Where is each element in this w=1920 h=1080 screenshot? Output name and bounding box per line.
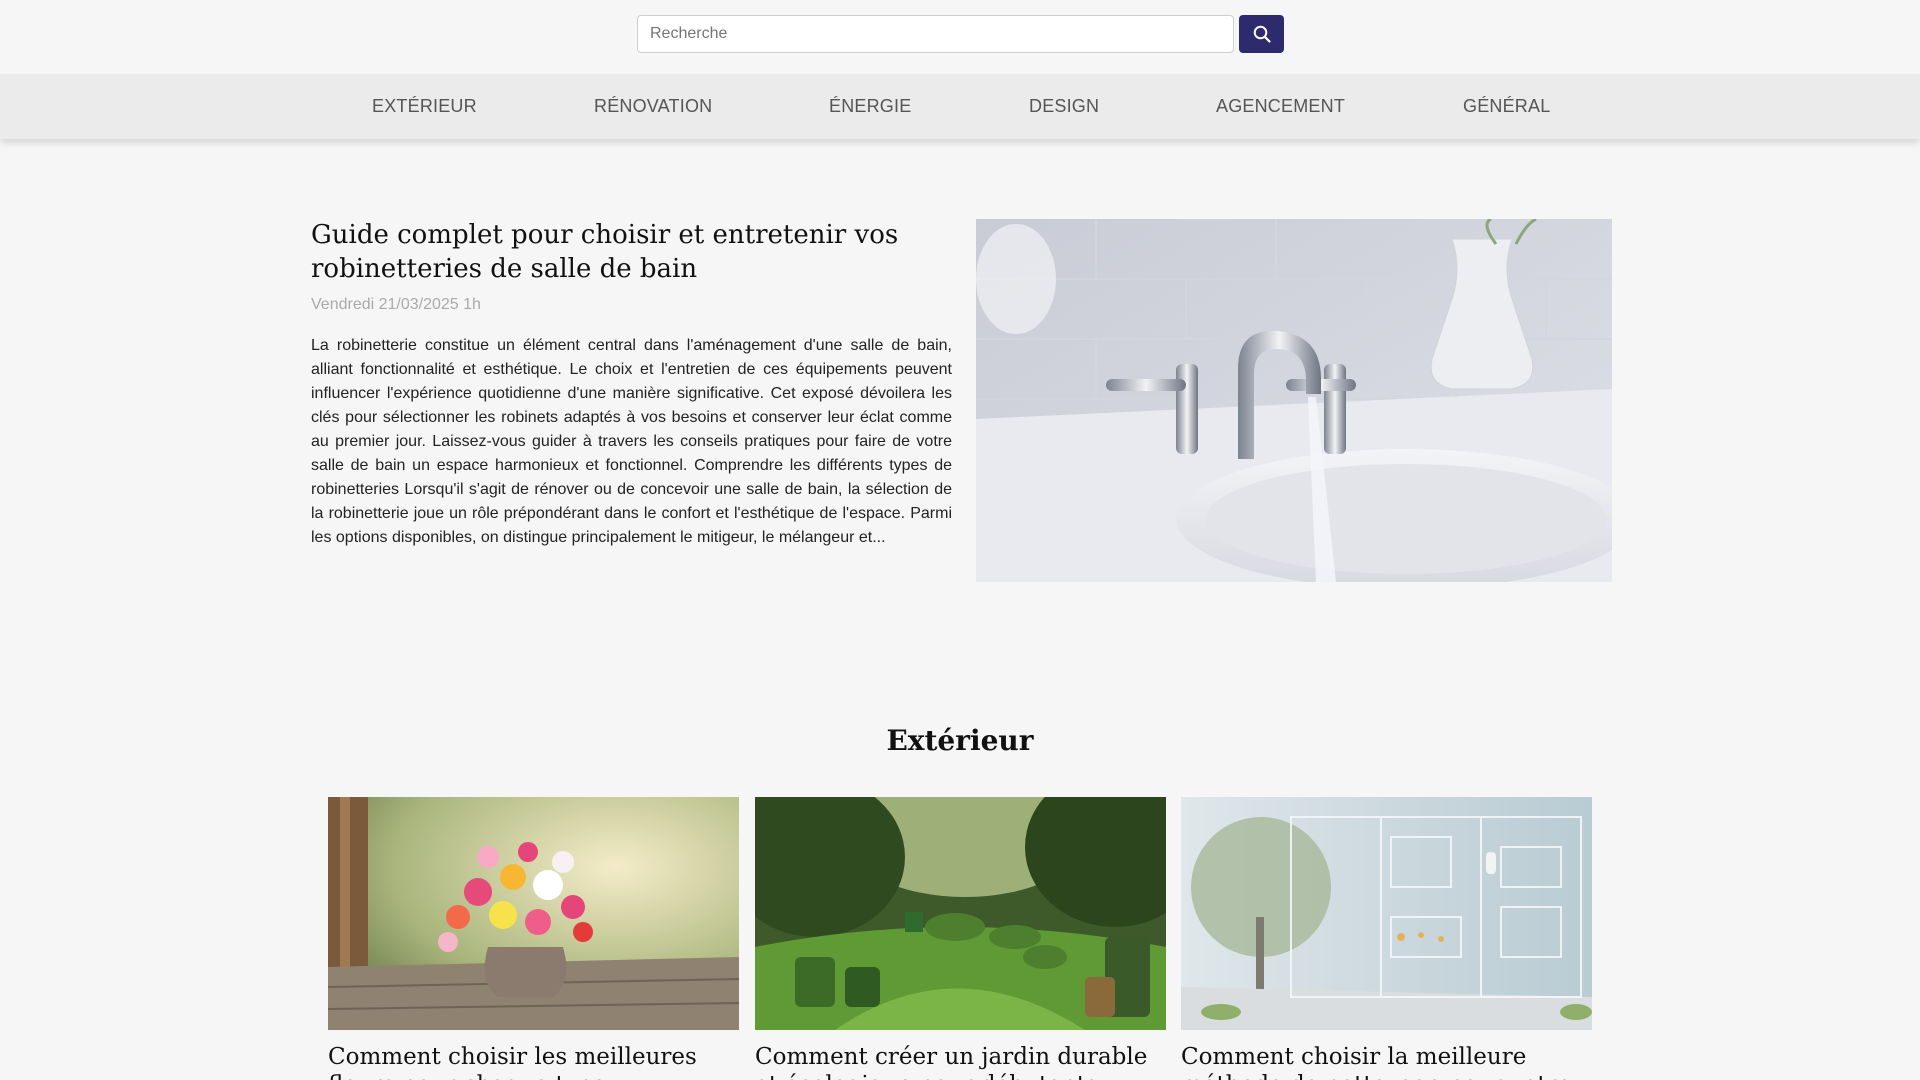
featured-article-title[interactable]: Guide complet pour choisir et entretenir… bbox=[311, 218, 951, 286]
nav-item-general[interactable]: GÉNÉRAL bbox=[1463, 74, 1550, 139]
nav-item-exterieur[interactable]: EXTÉRIEUR bbox=[372, 74, 477, 139]
search-icon bbox=[1253, 25, 1271, 43]
nav-item-renovation[interactable]: RÉNOVATION bbox=[594, 74, 712, 139]
article-card[interactable]: Comment choisir la meilleure méthode de … bbox=[1181, 797, 1592, 1080]
article-card[interactable]: Comment créer un jardin durable et écolo… bbox=[755, 797, 1166, 1080]
nav-item-energie[interactable]: ÉNERGIE bbox=[829, 74, 911, 139]
search-input[interactable] bbox=[637, 15, 1234, 53]
card-title[interactable]: Comment créer un jardin durable et écolo… bbox=[755, 1043, 1166, 1080]
featured-article-excerpt: La robinetterie constitue un élément cen… bbox=[311, 337, 952, 546]
flowers-photo bbox=[328, 797, 739, 1030]
card-title[interactable]: Comment choisir les meilleures fleurs po… bbox=[328, 1043, 739, 1080]
card-image-flowers[interactable] bbox=[328, 797, 739, 1030]
featured-article-date: Vendredi 21/03/2025 1h bbox=[311, 296, 481, 313]
main-nav: EXTÉRIEUR RÉNOVATION ÉNERGIE DESIGN AGEN… bbox=[0, 74, 1920, 139]
nav-item-agencement[interactable]: AGENCEMENT bbox=[1216, 74, 1345, 139]
article-card[interactable]: Comment choisir les meilleures fleurs po… bbox=[328, 797, 739, 1080]
featured-article-image[interactable] bbox=[976, 219, 1612, 582]
garden-photo bbox=[755, 797, 1166, 1030]
faucet-photo bbox=[976, 219, 1612, 582]
nav-item-design[interactable]: DESIGN bbox=[1029, 74, 1099, 139]
search-bar bbox=[637, 15, 1284, 53]
card-image-garden[interactable] bbox=[755, 797, 1166, 1030]
glass-facade-photo bbox=[1181, 797, 1592, 1030]
search-button[interactable] bbox=[1239, 15, 1284, 53]
section-title: Extérieur bbox=[886, 724, 1034, 757]
card-image-glass[interactable] bbox=[1181, 797, 1592, 1030]
card-title[interactable]: Comment choisir la meilleure méthode de … bbox=[1181, 1043, 1592, 1080]
